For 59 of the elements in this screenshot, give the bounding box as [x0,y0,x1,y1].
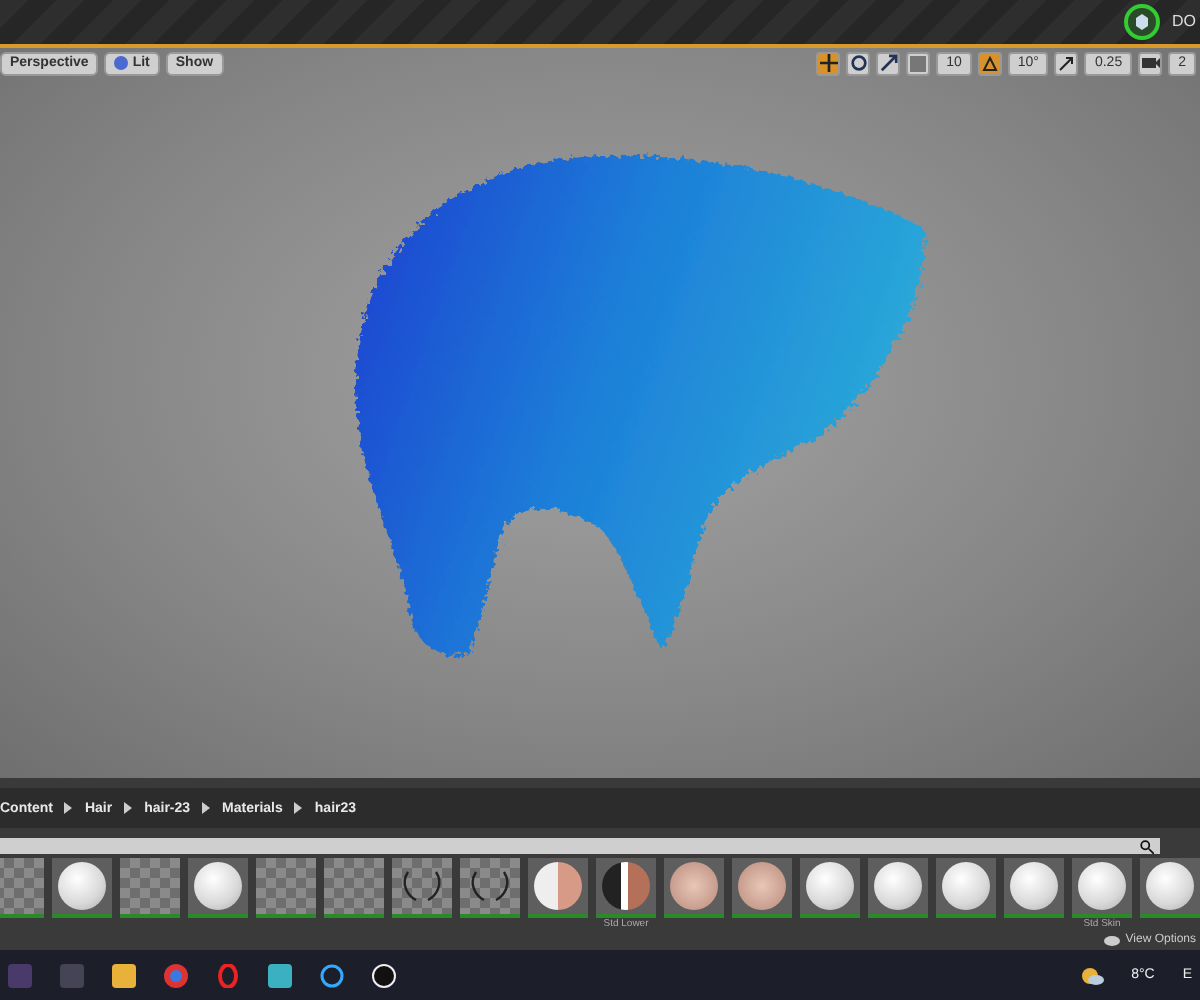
transform-tool-button[interactable] [816,51,841,76]
material-thumbnail[interactable] [528,858,588,919]
rotate-icon [849,54,868,73]
caret-right-icon [124,802,133,815]
caret-right-icon [294,802,303,815]
material-thumbnail[interactable] [120,858,180,919]
material-thumbnail[interactable] [52,858,112,919]
transform-tool-button[interactable] [846,51,871,76]
material-thumbnail[interactable] [256,858,316,919]
material-thumbnail[interactable] [1072,858,1132,919]
sphere-preview-icon [1146,862,1194,911]
sphere-preview-icon [534,862,582,911]
grid-icon [910,55,927,72]
diagonal-arrow-icon [1058,55,1075,72]
material-thumbnail[interactable] [324,858,384,919]
material-thumbnail[interactable] [188,858,248,919]
sphere-preview-icon [194,862,242,911]
top-bar-label: DO [1172,12,1196,31]
material-thumbnail[interactable] [800,858,860,919]
material-thumbnail[interactable] [664,858,724,919]
caret-right-icon [64,802,73,815]
material-thumbnail[interactable] [868,858,928,919]
browser-icon[interactable] [164,963,188,988]
sphere-preview-icon [942,862,990,911]
material-thumbnail[interactable] [1004,858,1064,919]
sphere-preview-icon [874,862,922,911]
sphere-preview-icon [806,862,854,911]
snap-toggle-button[interactable] [906,51,931,76]
triangle-icon [981,55,998,72]
eye-icon [1103,935,1120,946]
material-thumbnail[interactable] [0,858,44,919]
material-thumbnail[interactable] [596,858,656,919]
scale-arrows-icon [879,54,898,73]
caret-right-icon [202,802,211,815]
material-thumbnail[interactable] [936,858,996,919]
search-icon [1140,839,1154,854]
hair-strands-icon [400,868,444,905]
snap-toggle-button[interactable] [977,51,1002,76]
material-thumbnail[interactable] [732,858,792,919]
material-thumbnail[interactable] [460,858,520,919]
weather-icon [1079,965,1104,986]
sphere-preview-icon [602,862,650,911]
sphere-preview-icon [58,862,106,911]
transform-tool-button[interactable] [876,51,901,76]
snap-toggle-button[interactable] [1138,51,1163,76]
sphere-icon [114,56,129,71]
camera-icon [1141,56,1160,71]
material-thumbnail[interactable] [1140,858,1200,919]
sphere-preview-icon [738,862,786,911]
hair-strands-icon [468,868,512,905]
snap-toggle-button[interactable] [1054,51,1079,76]
sphere-preview-icon [1010,862,1058,911]
sphere-preview-icon [1078,862,1126,911]
sphere-preview-icon [670,862,718,911]
search-field[interactable] [0,838,1160,855]
move-arrows-icon [819,54,838,73]
material-thumbnail[interactable] [392,858,452,919]
ring-icon[interactable] [216,963,240,988]
cube-logo-icon [1124,3,1160,40]
